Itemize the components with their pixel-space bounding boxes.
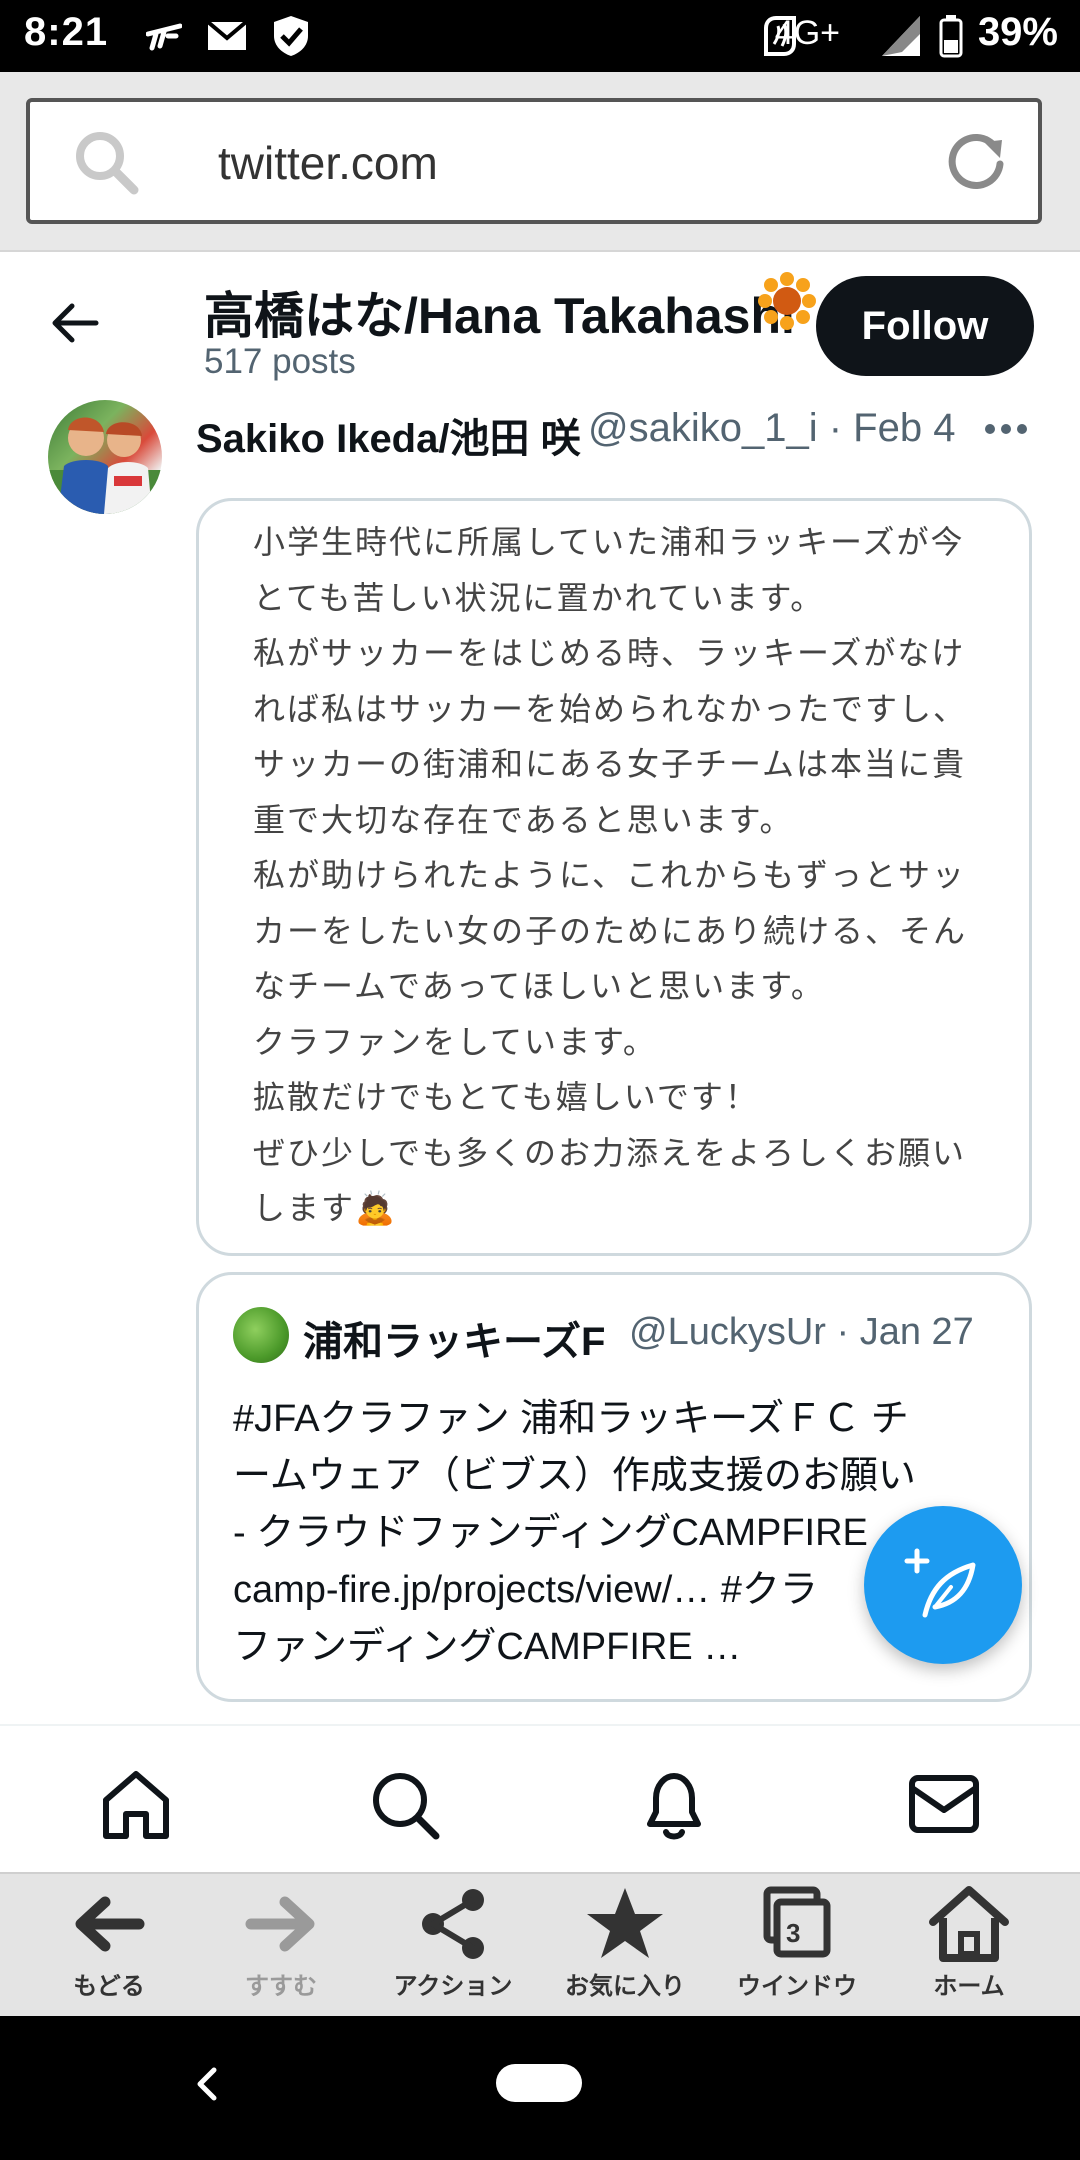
- url-text[interactable]: twitter.com: [218, 136, 438, 190]
- tweet-text-line: サッカーの街浦和にある女子チームは本当に貴: [253, 746, 967, 782]
- tweet-text-line: 私がサッカーをはじめる時、ラッキーズがなけ: [253, 635, 966, 671]
- quoted-text-line: #JFAクラファン 浦和ラッキーズＦＣ チ: [233, 1398, 909, 1440]
- home-icon: [929, 1886, 1009, 1962]
- browser-address-area: twitter.com: [0, 72, 1080, 252]
- messages-mail-icon[interactable]: [906, 1766, 982, 1842]
- toolbar-label: お気に入り: [565, 1973, 685, 2000]
- browser-back-button[interactable]: もどる: [24, 1884, 194, 2014]
- forward-arrow-icon: [245, 1896, 315, 1952]
- profile-name: 高橋はな/Hana Takahashi: [204, 288, 795, 344]
- tweet-text-line: 私が助けられたように、これからもずっとサッ: [253, 857, 967, 893]
- browser-home-button[interactable]: ホーム: [884, 1884, 1054, 2014]
- toolbar-label: すすむ: [245, 1973, 317, 2000]
- explore-search-icon[interactable]: [366, 1766, 442, 1842]
- quoted-handle-date[interactable]: @LuckysUr · Jan 27: [629, 1311, 974, 1354]
- avatar-photo: [48, 417, 162, 514]
- status-bar: 8:21 4G+ 39%: [0, 0, 1080, 72]
- app-notification-icon: [146, 23, 182, 51]
- tweet-text-line: ぜひ少しでも多くのお力添えをよろしくお願い: [253, 1134, 967, 1171]
- sunflower-emoji-icon: [758, 272, 816, 330]
- share-icon: [422, 1889, 484, 1959]
- status-time: 8:21: [24, 10, 109, 54]
- tweet-text-card: 小学生時代に所属していた浦和ラッキーズが今 とても苦しい状況に置かれています。 …: [196, 498, 1032, 1256]
- tweet-handle-date[interactable]: @sakiko_1_i · Feb 4: [588, 406, 955, 451]
- tweet-text-line: れば私はサッカーを始められなかったですし、: [253, 690, 968, 727]
- tweet-author[interactable]: Sakiko Ikeda/池田 咲: [196, 406, 581, 464]
- battery-icon: [939, 15, 963, 58]
- toolbar-label: アクション: [393, 1973, 513, 2000]
- home-icon[interactable]: [98, 1766, 174, 1842]
- notifications-bell-icon[interactable]: [636, 1766, 712, 1842]
- quoted-author[interactable]: 浦和ラッキーズF: [303, 1309, 605, 1367]
- browser-favorites-button[interactable]: お気に入り: [540, 1884, 710, 2014]
- follow-button[interactable]: Follow: [816, 276, 1034, 376]
- quoted-avatar[interactable]: [233, 1307, 289, 1363]
- address-bar[interactable]: twitter.com: [26, 98, 1042, 224]
- battery-percent: 39%: [977, 10, 1058, 54]
- back-arrow-icon: [75, 1896, 145, 1952]
- browser-toolbar: もどる すすむ アクション お気に入り 3 ウインドウ ホーム: [0, 1872, 1080, 2016]
- compose-tweet-button[interactable]: [864, 1506, 1022, 1664]
- more-options-icon[interactable]: [984, 422, 1028, 436]
- tweet-text-line: します🙇: [253, 1190, 397, 1226]
- window-count: 3: [786, 1918, 801, 1948]
- shield-icon: [274, 16, 308, 56]
- tweet-text-line: 拡散だけでもとても嬉しいです！: [253, 1079, 759, 1115]
- tweet-text-line: カーをしたい女の子のためにあり続ける、そん: [253, 912, 968, 949]
- twitter-bottom-nav: [0, 1724, 1080, 1872]
- browser-windows-button[interactable]: 3 ウインドウ: [712, 1884, 882, 2014]
- tweet-text-line: なチームであってほしいと思います。: [253, 968, 825, 1004]
- system-back-icon[interactable]: [194, 2064, 220, 2104]
- toolbar-label: ホーム: [933, 1973, 1005, 2000]
- avatar[interactable]: [48, 400, 162, 514]
- system-navigation-bar: [0, 2016, 1080, 2160]
- toolbar-label: もどる: [73, 1973, 145, 2000]
- reload-icon[interactable]: [944, 128, 1010, 194]
- mail-icon: [206, 20, 248, 50]
- tweet-text-line: 重で大切な存在であると思います。: [253, 801, 794, 838]
- network-type: 4G+: [774, 14, 840, 52]
- quoted-text-line: ームウェア（ビブス）作成支援のお願い: [233, 1455, 916, 1497]
- tweet-text-line: とても苦しい状況に置かれています。: [253, 579, 825, 616]
- tweet-text-line: 小学生時代に所属していた浦和ラッキーズが今: [253, 524, 965, 560]
- tweet-text-line: クラファンをしています。: [253, 1023, 657, 1060]
- compose-feather-icon: [904, 1548, 976, 1618]
- signal-icon: [882, 16, 920, 56]
- post-count: 517 posts: [204, 342, 356, 381]
- back-arrow-icon[interactable]: [50, 300, 100, 346]
- browser-forward-button[interactable]: すすむ: [196, 1884, 366, 2014]
- system-home-pill[interactable]: [496, 2064, 582, 2102]
- toolbar-label: ウインドウ: [737, 1973, 857, 2000]
- profile-header: 高橋はな/Hana Takahashi 517 posts Follow: [0, 254, 1080, 394]
- star-icon: [587, 1888, 663, 1958]
- search-icon: [76, 132, 139, 195]
- browser-action-button[interactable]: アクション: [368, 1884, 538, 2014]
